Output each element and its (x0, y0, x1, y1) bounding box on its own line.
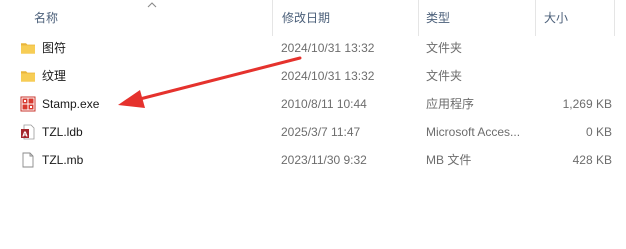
file-name: Stamp.exe (42, 97, 100, 111)
file-row-folder-wenli[interactable]: 纹理 2024/10/31 13:32 文件夹 (12, 62, 626, 90)
file-size (540, 34, 612, 62)
file-name: 纹理 (42, 69, 67, 83)
column-header-name-label: 名称 (34, 11, 59, 25)
file-size: 0 KB (585, 125, 612, 139)
column-header-date[interactable]: 修改日期 (273, 0, 418, 36)
file-explorer-list: 名称 修改日期 类型 大小 图符 2024/10/31 13:32 文件夹 纹理… (0, 0, 626, 249)
file-type: MB 文件 (426, 153, 472, 167)
column-header-type-label: 类型 (426, 11, 451, 25)
app-exe-icon (20, 96, 36, 112)
column-header-size-label: 大小 (544, 11, 569, 25)
folder-icon (21, 71, 35, 82)
file-type: 文件夹 (426, 41, 463, 55)
file-date-modified: 2023/11/30 9:32 (281, 153, 367, 167)
file-name: 图符 (42, 41, 67, 55)
file-date-modified: 2025/3/7 11:47 (281, 125, 361, 139)
file-row-folder-tufu[interactable]: 图符 2024/10/31 13:32 文件夹 (12, 34, 626, 62)
file-size (540, 62, 612, 90)
file-date-modified: 2024/10/31 13:32 (281, 41, 375, 55)
column-header-size[interactable]: 大小 (536, 0, 614, 36)
svg-text:A: A (22, 130, 28, 138)
column-header-date-label: 修改日期 (282, 11, 331, 25)
column-divider[interactable] (614, 0, 615, 36)
file-row-tzl-ldb[interactable]: A TZL.ldb 2025/3/7 11:47 Microsoft Acces… (12, 118, 626, 146)
column-header-type[interactable]: 类型 (419, 0, 535, 36)
file-type: Microsoft Acces... (426, 125, 521, 139)
file-name: TZL.mb (42, 153, 84, 167)
file-size: 1,269 KB (562, 97, 612, 111)
file-size: 428 KB (572, 153, 612, 167)
column-header-name[interactable]: 名称 (0, 0, 272, 36)
file-date-modified: 2024/10/31 13:32 (281, 69, 375, 83)
file-type: 文件夹 (426, 69, 463, 83)
file-name: TZL.ldb (42, 125, 83, 139)
file-date-modified: 2010/8/11 10:44 (281, 97, 367, 111)
blank-file-icon (22, 152, 34, 168)
column-header-row: 名称 修改日期 类型 大小 (0, 0, 626, 36)
file-row-stamp-exe[interactable]: Stamp.exe 2010/8/11 10:44 应用程序 1,269 KB (12, 90, 626, 118)
file-row-tzl-mb[interactable]: TZL.mb 2023/11/30 9:32 MB 文件 428 KB (12, 146, 626, 174)
access-ldb-icon: A (21, 124, 35, 140)
file-type: 应用程序 (426, 97, 475, 111)
folder-icon (21, 43, 35, 54)
